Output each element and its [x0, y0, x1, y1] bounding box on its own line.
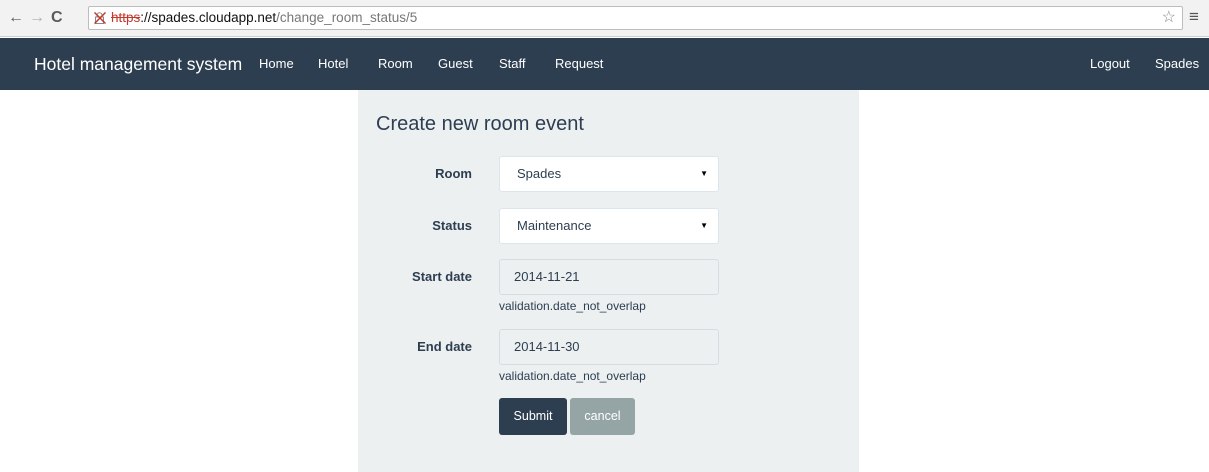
bookmark-star-icon[interactable]: ☆ — [1162, 9, 1176, 27]
end-date-input[interactable]: 2014-11-30 — [499, 329, 719, 365]
nav-user-spades[interactable]: Spades — [1155, 38, 1199, 90]
nav-logout[interactable]: Logout — [1090, 38, 1130, 90]
url-scheme: https — [111, 10, 141, 25]
nav-home[interactable]: Home — [259, 38, 294, 90]
cancel-button[interactable]: cancel — [570, 398, 635, 435]
browser-menu-icon[interactable]: ≡ — [1189, 8, 1199, 26]
browser-toolbar: ← → C https://spades.cloudapp.net/change… — [0, 0, 1209, 37]
status-label: Status — [432, 218, 472, 233]
start-date-label: Start date — [412, 269, 472, 284]
room-select[interactable]: Spades ▼ — [499, 156, 719, 192]
end-date-label: End date — [417, 339, 472, 354]
url-path: /change_room_status/5 — [276, 10, 418, 25]
nav-room[interactable]: Room — [378, 38, 413, 90]
page-title: Create new room event — [376, 113, 584, 135]
brand-link[interactable]: Hotel management system — [34, 38, 242, 90]
top-navbar: Hotel management system Home Hotel Room … — [0, 38, 1209, 90]
reload-icon[interactable]: C — [51, 9, 63, 27]
status-select[interactable]: Maintenance ▼ — [499, 208, 719, 244]
url-host: ://spades.cloudapp.net — [140, 10, 277, 25]
room-label: Room — [435, 166, 472, 181]
room-select-value: Spades — [517, 166, 562, 181]
nav-hotel[interactable]: Hotel — [318, 38, 348, 90]
address-bar[interactable]: https://spades.cloudapp.net/change_room_… — [88, 6, 1183, 30]
start-date-help-text: validation.date_not_overlap — [499, 299, 646, 313]
room-event-form-panel: Create new room event Room Spades ▼ Stat… — [358, 90, 859, 472]
end-date-help-text: validation.date_not_overlap — [499, 369, 646, 383]
back-arrow-icon[interactable]: ← — [8, 9, 24, 27]
status-select-value: Maintenance — [517, 218, 592, 233]
nav-guest[interactable]: Guest — [438, 38, 473, 90]
start-date-input[interactable]: 2014-11-21 — [499, 259, 719, 295]
broken-lock-icon — [94, 12, 106, 24]
nav-request[interactable]: Request — [555, 38, 603, 90]
dropdown-caret-icon: ▼ — [700, 169, 708, 178]
submit-button[interactable]: Submit — [499, 398, 567, 435]
dropdown-caret-icon: ▼ — [700, 221, 708, 230]
forward-arrow-icon[interactable]: → — [29, 9, 45, 27]
nav-staff[interactable]: Staff — [499, 38, 526, 90]
